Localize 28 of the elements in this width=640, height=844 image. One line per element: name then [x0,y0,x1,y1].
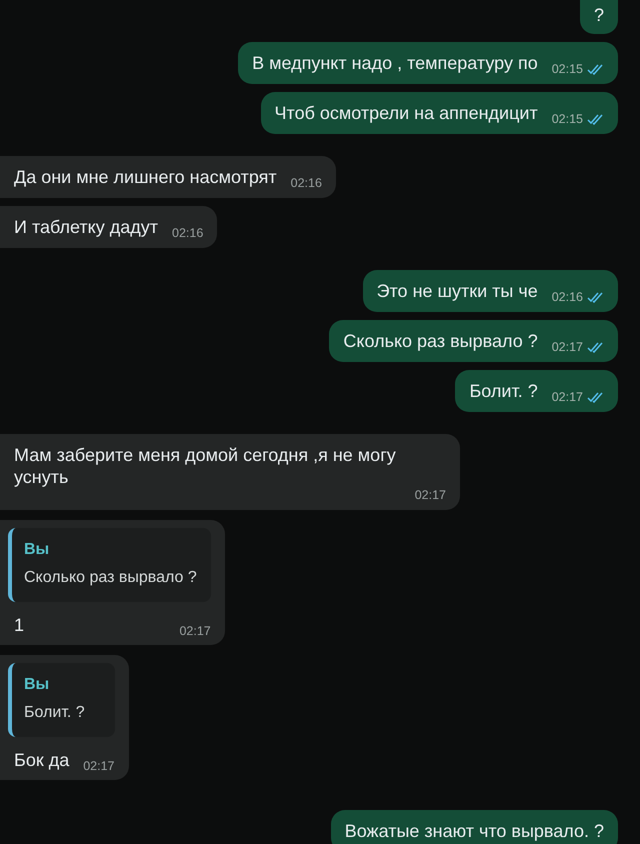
message-text: 1 [14,614,24,636]
message-time: 02:16 [172,226,204,240]
message-time: 02:16 [552,290,583,304]
message-text: И таблетку дадут [14,216,158,238]
message-time: 02:17 [552,390,583,404]
message-text: Это не шутки ты че [376,280,538,302]
quote-author: Вы [24,540,50,560]
message-text: Болит. ? [469,380,538,402]
quoted-message[interactable]: Вы Сколько раз вырвало ? [8,528,211,602]
quote-text: Сколько раз вырвало ? [24,568,197,588]
message-text: ? [594,4,604,26]
message-time: 02:15 [552,62,583,76]
message-time: 02:16 [290,176,322,190]
message-text: Мам заберите меня домой сегодня ,я не могу уснуть [14,444,397,488]
message-text: Сколько раз вырвало ? [343,330,538,352]
message-time: 02:17 [552,340,583,354]
message-time: 02:17 [414,488,446,502]
message-text: Да они мне лишнего насмотрят [14,166,277,188]
message-time: 02:17 [83,759,114,773]
message-text: Вожатые знают что вырвало. ? [344,820,604,842]
message-time: 02:17 [179,624,211,638]
message-time: 02:15 [552,112,583,126]
message-text: В медпункт надо , температуру по [252,52,538,74]
message-text: Бок да [14,749,70,771]
quote-text: Болит. ? [24,703,86,723]
message-text: Чтоб осмотрели на аппендицит [274,102,538,124]
quoted-message[interactable]: Вы Болит. ? [8,663,114,737]
quote-author: Вы [24,675,50,695]
